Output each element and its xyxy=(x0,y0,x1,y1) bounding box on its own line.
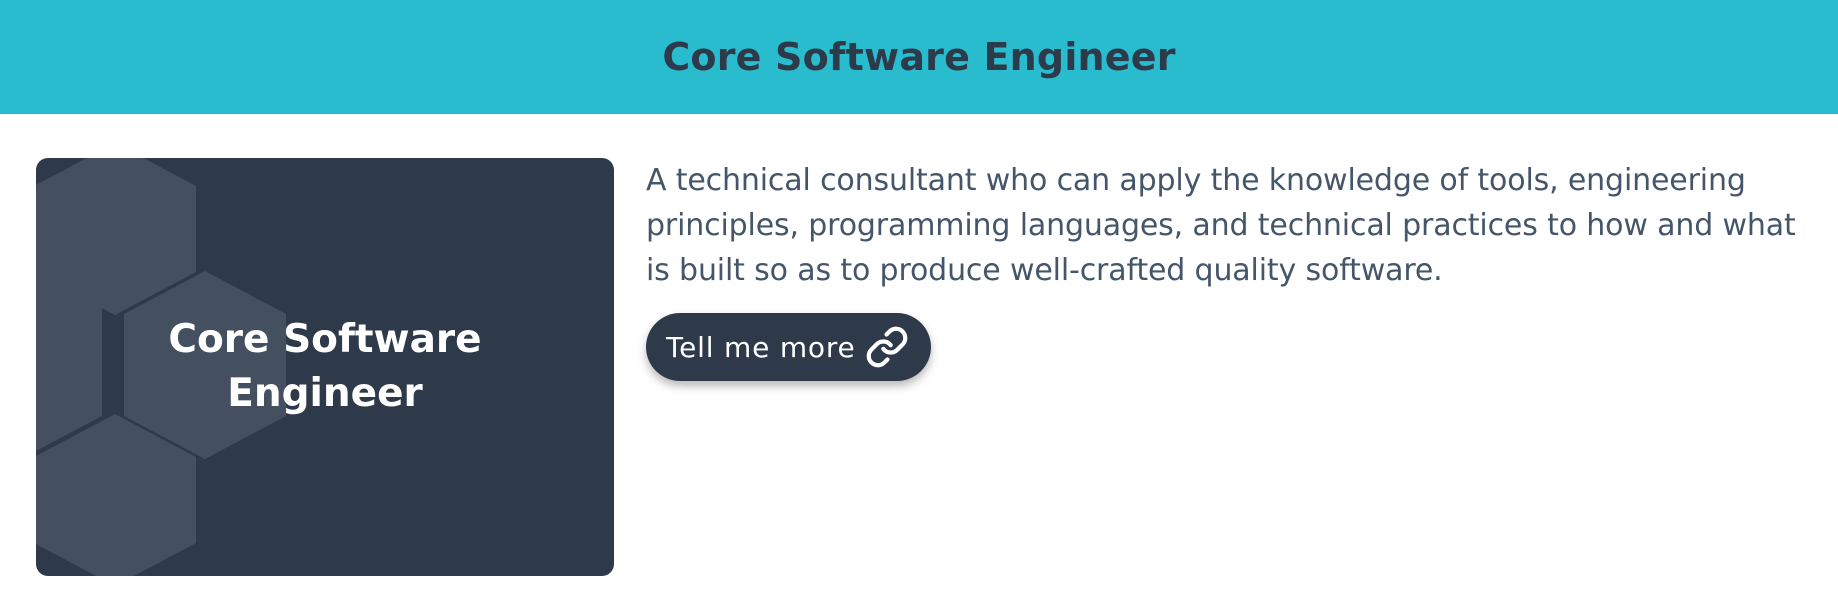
tell-me-more-button[interactable]: Tell me more xyxy=(646,313,931,381)
role-description: A technical consultant who can apply the… xyxy=(646,163,1796,288)
page-title: Core Software Engineer xyxy=(662,35,1176,79)
role-card: Core Software Engineer xyxy=(36,158,614,576)
page-header: Core Software Engineer xyxy=(0,0,1838,114)
card-title: Core Software Engineer xyxy=(168,317,482,416)
link-icon xyxy=(865,325,909,369)
tell-me-more-label: Tell me more xyxy=(666,330,856,364)
